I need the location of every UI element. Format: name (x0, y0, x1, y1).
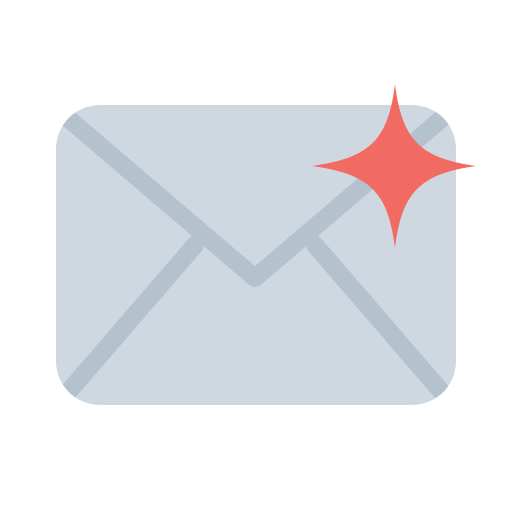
new-mail-icon (0, 0, 512, 512)
new-mail-icon-graphic (56, 84, 476, 405)
